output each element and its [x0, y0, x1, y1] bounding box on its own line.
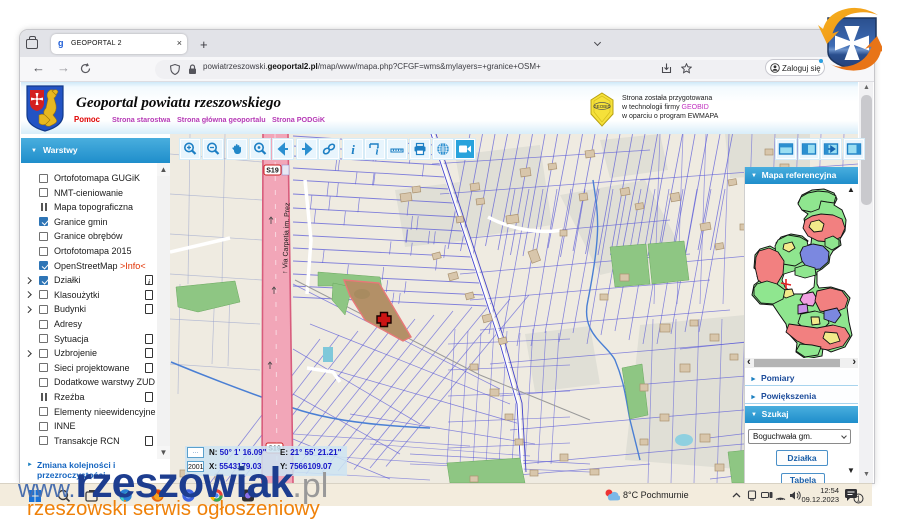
svg-text:GEOBID: GEOBID: [593, 104, 611, 109]
svg-text:S19: S19: [266, 168, 279, 175]
svg-text:1: 1: [856, 495, 861, 504]
